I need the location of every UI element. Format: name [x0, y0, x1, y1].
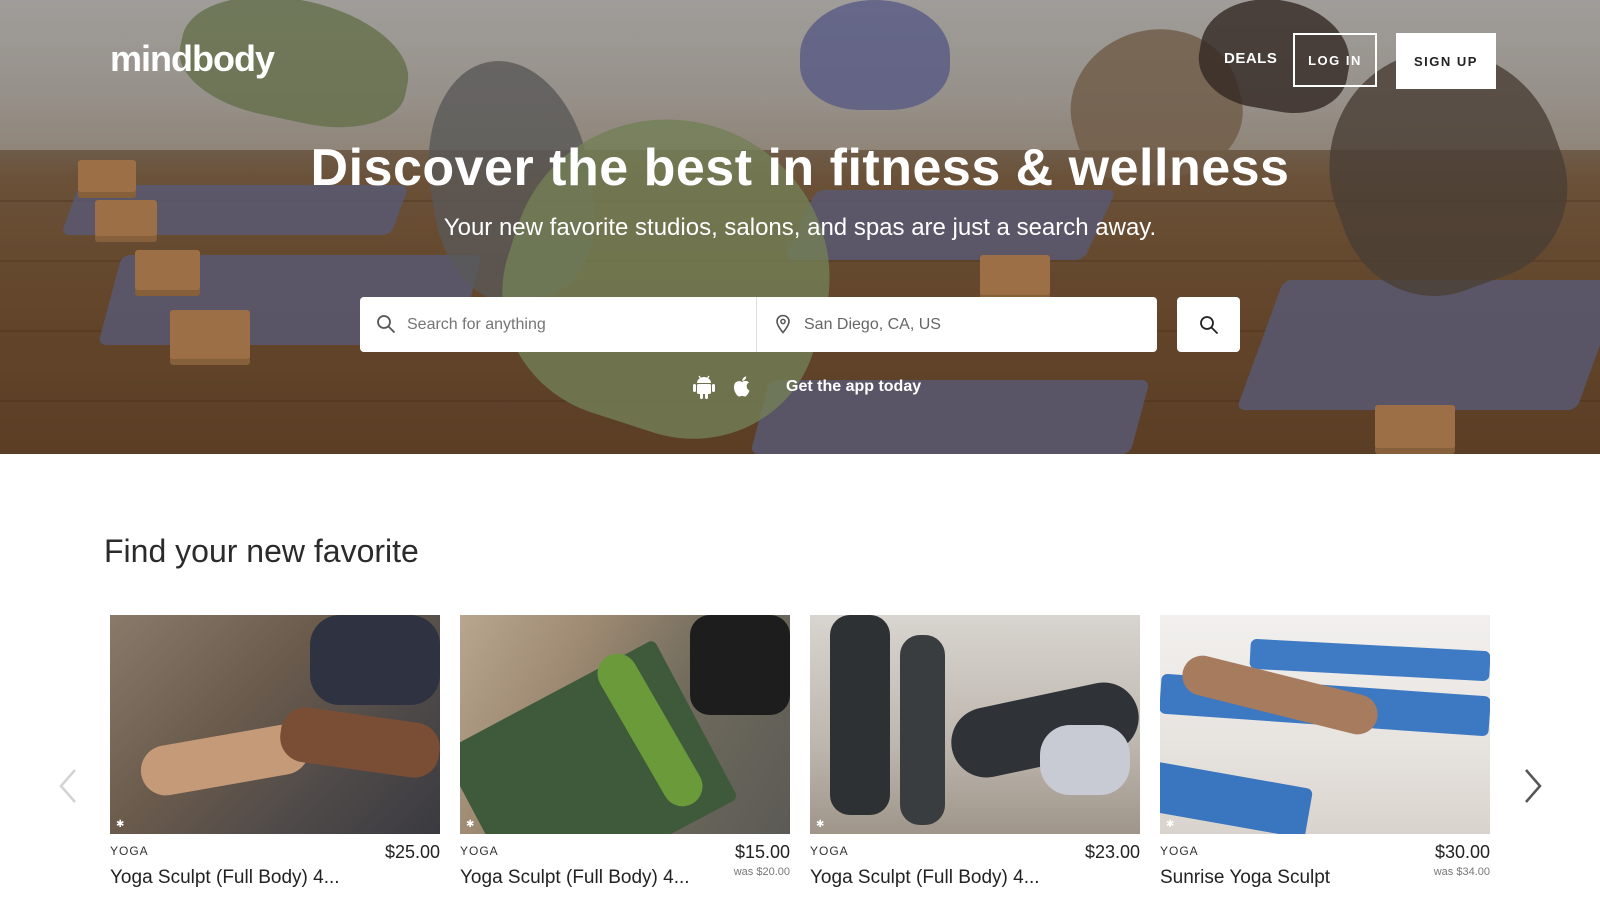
search-icon — [1199, 315, 1218, 334]
chevron-left-icon[interactable] — [55, 766, 81, 806]
login-button[interactable]: LOG IN — [1293, 33, 1377, 87]
image-badge-icon: ✱ — [816, 819, 825, 830]
mindbody-logo[interactable]: mindbody — [110, 38, 275, 80]
card-was-price: was $34.00 — [1433, 866, 1490, 878]
class-card-image[interactable]: ✱ — [460, 615, 790, 834]
yoga-mat-shape — [1160, 761, 1314, 834]
search-bar — [360, 297, 1157, 352]
card-title[interactable]: Sunrise Yoga Sculpt — [1160, 867, 1330, 889]
class-card-image[interactable]: ✱ — [810, 615, 1140, 834]
card-category: YOGA — [1160, 844, 1199, 858]
location-pin-icon — [776, 314, 790, 334]
card-category: YOGA — [460, 844, 499, 858]
chevron-right-icon[interactable] — [1520, 766, 1546, 806]
deals-link[interactable]: DEALS — [1224, 50, 1277, 67]
search-submit-button[interactable] — [1177, 297, 1240, 352]
android-icon[interactable] — [692, 374, 716, 400]
search-where-field[interactable] — [757, 297, 1157, 352]
card-title[interactable]: Yoga Sculpt (Full Body) 4... — [810, 867, 1040, 889]
legs-shape — [690, 615, 790, 715]
card-price: $30.00 — [1434, 842, 1490, 862]
image-badge-icon: ✱ — [116, 819, 125, 830]
hero-title: Discover the best in fitness & wellness — [310, 139, 1290, 197]
image-badge-icon: ✱ — [466, 819, 475, 830]
get-app-row: Get the app today — [692, 372, 921, 402]
class-card-image[interactable]: ✱ — [1160, 615, 1490, 834]
hero-banner: mindbody DEALS LOG IN SIGN UP Discover t… — [0, 0, 1600, 454]
get-app-link[interactable]: Get the app today — [786, 378, 921, 396]
class-card[interactable]: ✱ YOGA $30.00 was $34.00 Sunrise Yoga Sc… — [1160, 615, 1490, 888]
class-card[interactable]: ✱ YOGA $23.00 Yoga Sculpt (Full Body) 4.… — [810, 615, 1140, 888]
shirt-shape — [1040, 725, 1130, 795]
class-card[interactable]: ✱ YOGA $25.00 Yoga Sculpt (Full Body) 4.… — [110, 615, 440, 888]
legs-shape — [900, 635, 945, 825]
search-what-field[interactable] — [360, 297, 757, 352]
signup-button[interactable]: SIGN UP — [1396, 33, 1496, 89]
apple-icon[interactable] — [730, 374, 754, 400]
search-input[interactable] — [405, 308, 739, 341]
legs-shape — [830, 615, 890, 815]
location-input[interactable] — [802, 308, 1136, 341]
class-card-image[interactable]: ✱ — [110, 615, 440, 834]
search-icon — [377, 315, 395, 333]
card-price: $15.00 — [734, 842, 790, 862]
card-title[interactable]: Yoga Sculpt (Full Body) 4... — [110, 867, 340, 889]
hero-subtitle: Your new favorite studios, salons, and s… — [443, 214, 1157, 241]
card-title[interactable]: Yoga Sculpt (Full Body) 4... — [460, 867, 690, 889]
card-category: YOGA — [810, 844, 849, 858]
section-title: Find your new favorite — [104, 533, 419, 569]
card-category: YOGA — [110, 844, 149, 858]
class-card[interactable]: ✱ YOGA $15.00 was $20.00 Yoga Sculpt (Fu… — [460, 615, 790, 888]
hands-shape — [276, 704, 440, 781]
card-was-price: was $20.00 — [733, 866, 790, 878]
card-price: $23.00 — [1084, 842, 1140, 862]
image-badge-icon: ✱ — [1166, 819, 1175, 830]
legs-shape — [310, 615, 440, 705]
card-price: $25.00 — [384, 842, 440, 862]
